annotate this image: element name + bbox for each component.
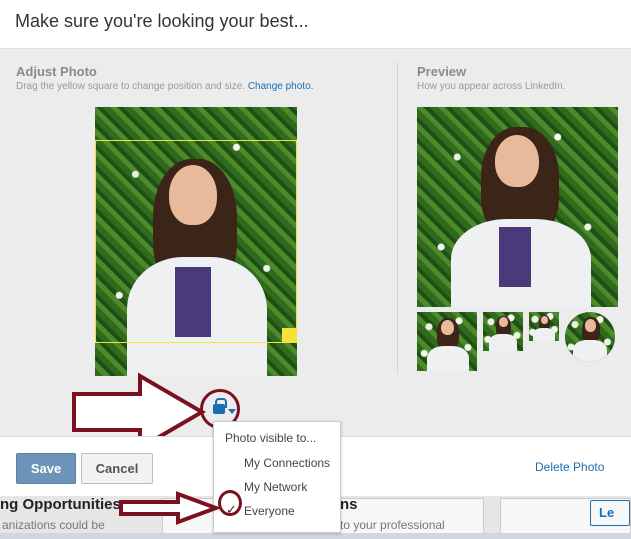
visibility-menu: Photo visible to... My Connections My Ne…: [213, 421, 341, 533]
annotation-ring: [218, 490, 242, 516]
bg-middle-sub: to your professional: [340, 518, 445, 532]
menu-item-label: Everyone: [244, 504, 295, 518]
change-photo-link[interactable]: Change photo.: [248, 81, 314, 92]
panel-divider: [397, 62, 398, 374]
chevron-down-icon: [228, 409, 236, 414]
preview-small-image: [483, 312, 523, 351]
preview-medium-image: [417, 312, 477, 371]
bg-middle-heading: ns: [340, 496, 358, 513]
cancel-button[interactable]: Cancel: [81, 453, 153, 484]
crop-square[interactable]: [95, 140, 297, 343]
delete-photo-link[interactable]: Delete Photo: [535, 460, 604, 474]
crop-resize-handle[interactable]: [282, 328, 296, 342]
menu-item-label: My Connections: [244, 456, 331, 470]
preview-tiny-image: [529, 312, 559, 341]
bg-left-sub: anizations could be: [2, 518, 105, 532]
adjust-photo-instructions: Drag the yellow square to change positio…: [16, 81, 313, 92]
bg-left-heading: ng Opportunities: [0, 496, 121, 513]
taskbar-strip: [0, 533, 631, 539]
save-button[interactable]: Save: [16, 453, 76, 484]
lock-icon: [213, 398, 227, 414]
adjust-photo-heading: Adjust Photo: [16, 64, 97, 79]
menu-item-label: My Network: [244, 480, 308, 494]
bg-right-button[interactable]: Le: [590, 500, 630, 526]
dialog-header: Make sure you're looking your best...: [0, 0, 631, 48]
preview-subtitle: How you appear across LinkedIn.: [417, 81, 566, 92]
visibility-menu-title: Photo visible to...: [225, 431, 317, 445]
preview-heading: Preview: [417, 64, 467, 79]
preview-large-image: [417, 107, 618, 307]
menu-item-my-connections[interactable]: My Connections: [214, 453, 340, 475]
adjust-instructions-text: Drag the yellow square to change positio…: [16, 81, 246, 92]
dialog-title: Make sure you're looking your best...: [15, 11, 309, 31]
preview-round-image: [565, 312, 615, 362]
